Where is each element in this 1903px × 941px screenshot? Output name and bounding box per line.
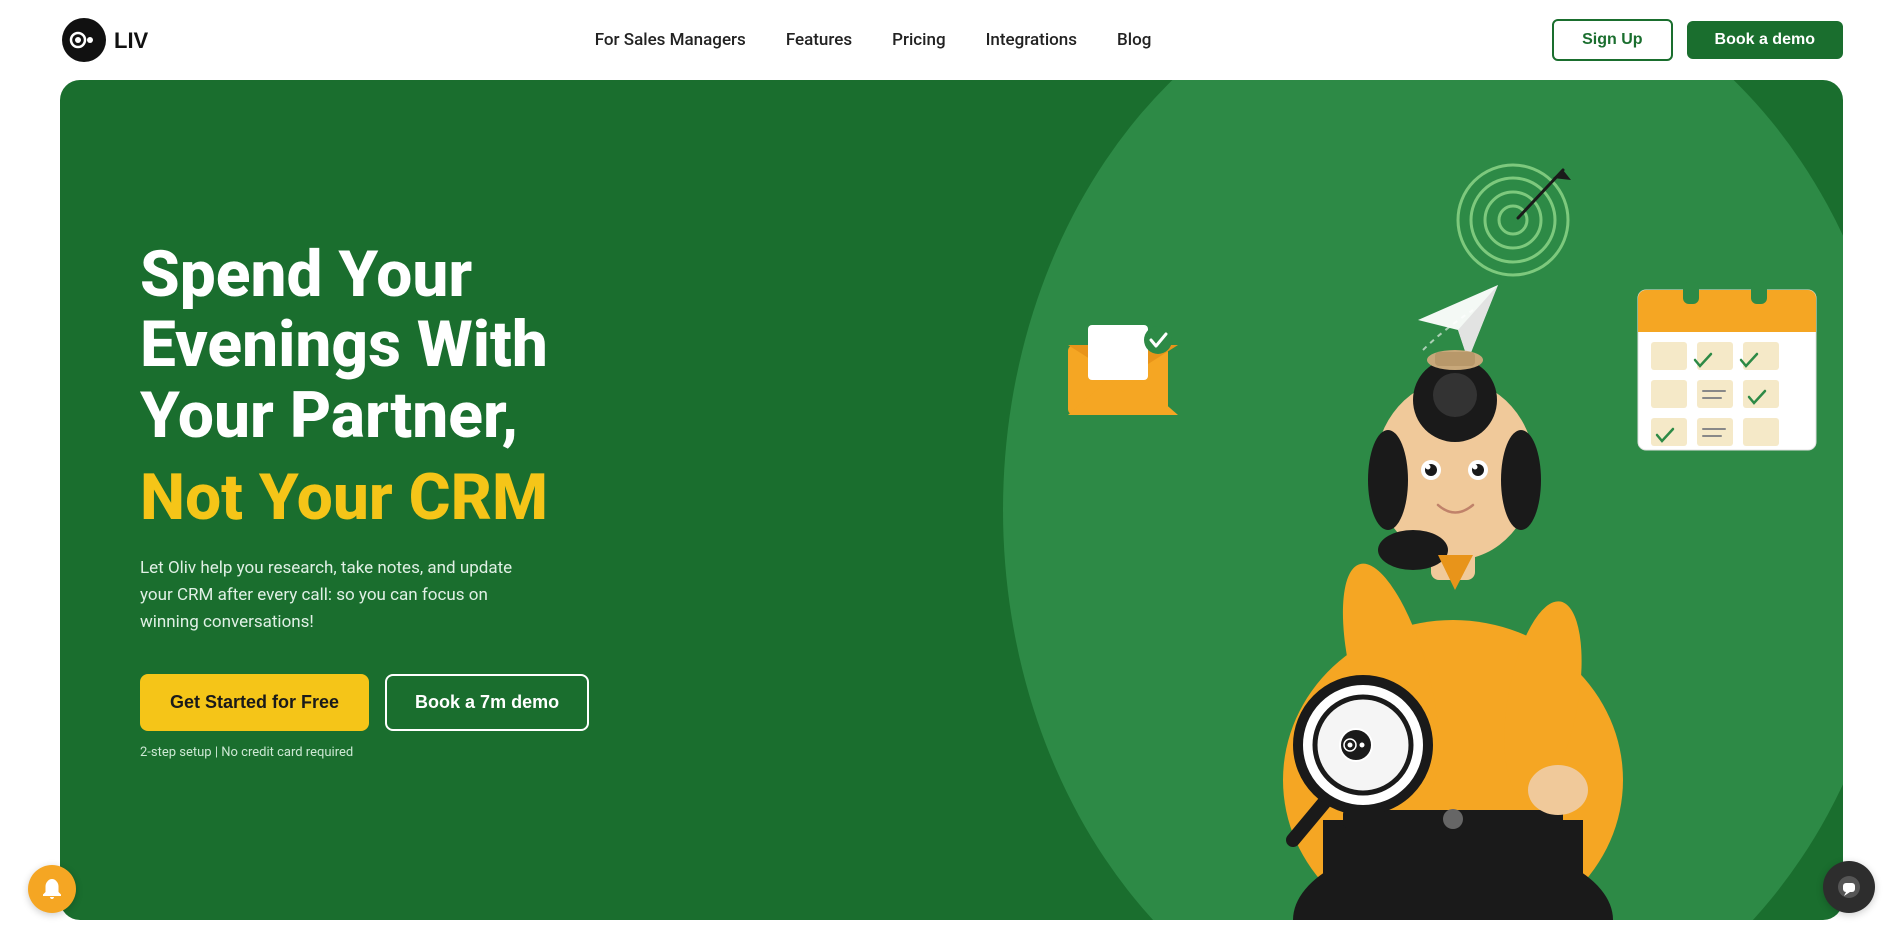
bell-icon — [40, 877, 64, 901]
hero-footnote: 2-step setup | No credit card required — [140, 745, 589, 760]
nav-links: For Sales Managers Features Pricing Inte… — [595, 30, 1152, 50]
hero-illustration — [1023, 80, 1843, 920]
book-demo-nav-button[interactable]: Book a demo — [1687, 21, 1843, 59]
hero-buttons: Get Started for Free Book a 7m demo — [140, 674, 589, 731]
hero-heading: Spend Your Evenings With Your Partner, — [140, 240, 589, 451]
nav-buttons: Sign Up Book a demo — [1552, 19, 1843, 61]
notification-bell-button[interactable] — [28, 865, 76, 913]
nav-pricing[interactable]: Pricing — [892, 30, 946, 50]
chat-icon — [1836, 874, 1862, 900]
navbar: LIV For Sales Managers Features Pricing … — [0, 0, 1903, 80]
book-demo-button[interactable]: Book a 7m demo — [385, 674, 589, 731]
hero-heading-line1: Spend Your — [140, 237, 472, 312]
hero-heading-accent: Not Your CRM — [140, 461, 589, 535]
get-started-button[interactable]: Get Started for Free — [140, 674, 369, 731]
plane-illustration — [1413, 280, 1493, 360]
calendar-illustration — [1633, 260, 1813, 460]
signup-button[interactable]: Sign Up — [1552, 19, 1672, 61]
hero-heading-line3: Your Partner, — [140, 378, 518, 453]
hero-subtitle: Let Oliv help you research, take notes, … — [140, 555, 540, 637]
logo[interactable]: LIV — [60, 16, 194, 64]
svg-text:LIV: LIV — [114, 28, 149, 53]
logo-text: LIV — [114, 22, 194, 58]
target-illustration — [1453, 160, 1563, 280]
hero-section: Spend Your Evenings With Your Partner, N… — [60, 80, 1843, 920]
character-illustration — [1263, 160, 1643, 920]
hero-heading-line2: Evenings With — [140, 307, 548, 382]
chat-support-button[interactable] — [1823, 861, 1875, 913]
nav-for-sales-managers[interactable]: For Sales Managers — [595, 30, 746, 50]
logo-icon — [60, 16, 108, 64]
nav-features[interactable]: Features — [786, 30, 852, 50]
nav-integrations[interactable]: Integrations — [986, 30, 1077, 50]
nav-blog[interactable]: Blog — [1117, 30, 1151, 50]
envelope-illustration — [1063, 320, 1183, 420]
hero-content: Spend Your Evenings With Your Partner, N… — [60, 160, 669, 840]
